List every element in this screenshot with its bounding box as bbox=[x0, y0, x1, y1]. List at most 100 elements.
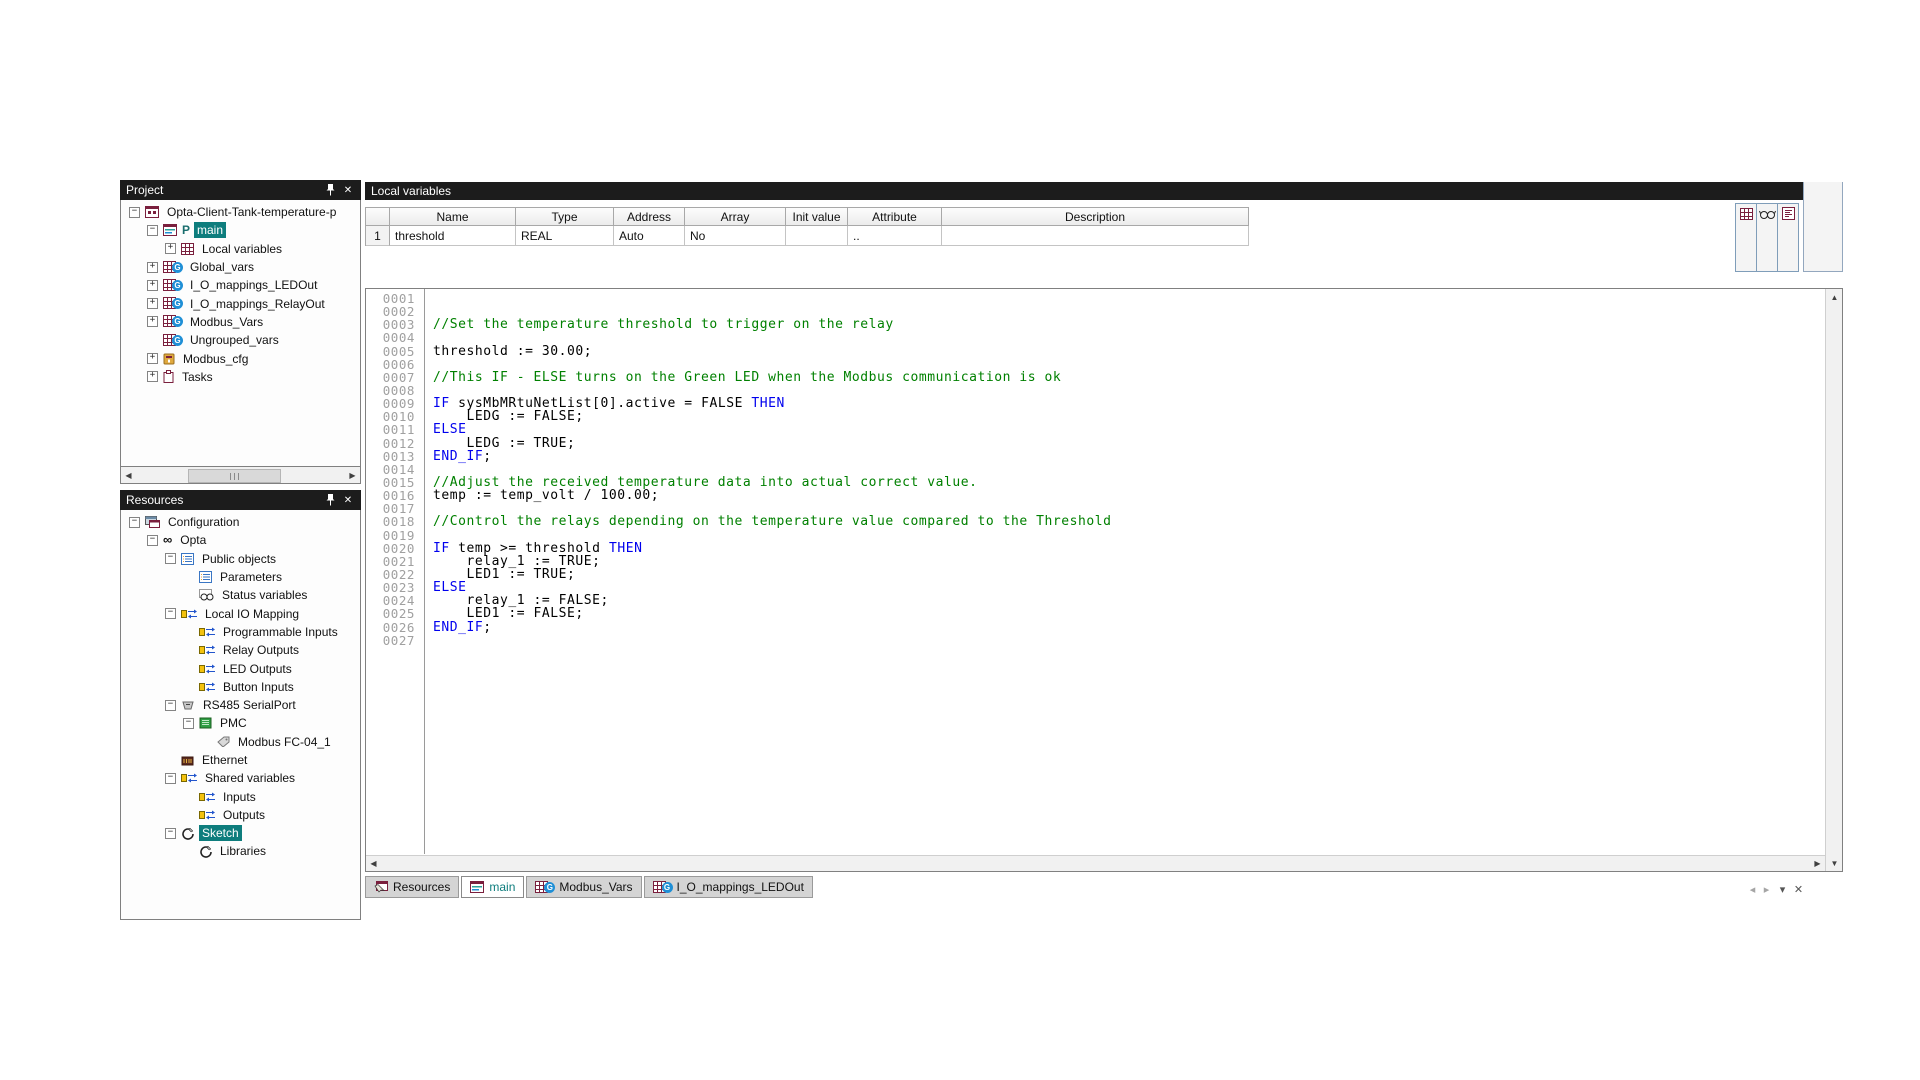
cell-attribute[interactable]: .. bbox=[848, 226, 942, 246]
expand-toggle-icon[interactable]: + bbox=[147, 280, 158, 291]
code-line-0004[interactable]: 0004 bbox=[366, 330, 1824, 343]
expand-toggle-icon[interactable]: + bbox=[147, 371, 158, 382]
code-line-0001[interactable]: 0001 bbox=[366, 291, 1824, 304]
close-icon[interactable]: ✕ bbox=[341, 493, 355, 507]
scroll-right-icon[interactable]: ▶ bbox=[346, 468, 359, 482]
row-number-cell[interactable]: 1 bbox=[366, 226, 390, 246]
code-line-0026[interactable]: 0026END_IF; bbox=[366, 620, 1824, 633]
collapse-toggle-icon[interactable]: − bbox=[165, 608, 176, 619]
tab-list-icon[interactable]: ▾ bbox=[1776, 882, 1789, 896]
tree-item-ungrouped-vars[interactable]: GUngrouped_vars bbox=[121, 331, 360, 349]
tree-item-relay-outputs[interactable]: Relay Outputs bbox=[121, 641, 360, 659]
next-tab-icon[interactable]: ▸ bbox=[1760, 882, 1773, 896]
tree-item-local-variables[interactable]: +Local variables bbox=[121, 240, 360, 258]
tree-item-inputs[interactable]: Inputs bbox=[121, 787, 360, 805]
tree-item-button-inputs[interactable]: Button Inputs bbox=[121, 678, 360, 696]
code-line-0020[interactable]: 0020IF temp >= threshold THEN bbox=[366, 541, 1824, 554]
tree-item-i-o-mappings-relayout[interactable]: +GI_O_mappings_RelayOut bbox=[121, 294, 360, 312]
cell-type[interactable]: REAL bbox=[516, 226, 614, 246]
code-line-0019[interactable]: 0019 bbox=[366, 528, 1824, 541]
expand-toggle-icon[interactable]: + bbox=[147, 262, 158, 273]
collapse-toggle-icon[interactable]: − bbox=[165, 828, 176, 839]
collapse-toggle-icon[interactable]: − bbox=[183, 718, 194, 729]
expand-toggle-icon[interactable]: + bbox=[147, 298, 158, 309]
tree-item-i-o-mappings-ledout[interactable]: +GI_O_mappings_LEDOut bbox=[121, 276, 360, 294]
scroll-left-icon[interactable]: ◀ bbox=[122, 468, 135, 482]
tree-item-opta[interactable]: −∞Opta bbox=[121, 531, 360, 549]
side-tool-grid-icon[interactable] bbox=[1735, 203, 1757, 272]
code-area[interactable]: 000100020003//Set the temperature thresh… bbox=[366, 289, 1824, 854]
collapse-toggle-icon[interactable]: − bbox=[165, 773, 176, 784]
cell-name[interactable]: threshold bbox=[390, 226, 516, 246]
scroll-down-icon[interactable]: ▼ bbox=[1827, 856, 1842, 870]
prev-tab-icon[interactable]: ◂ bbox=[1746, 882, 1759, 896]
tab-i-o-mappings-ledout[interactable]: GI_O_mappings_LEDOut bbox=[644, 876, 813, 898]
close-icon[interactable]: ✕ bbox=[341, 183, 355, 197]
code-line-0008[interactable]: 0008 bbox=[366, 383, 1824, 396]
tab-modbus-vars[interactable]: GModbus_Vars bbox=[526, 876, 641, 898]
tree-item-parameters[interactable]: Parameters bbox=[121, 568, 360, 586]
code-line-0010[interactable]: 0010 LEDG := FALSE; bbox=[366, 409, 1824, 422]
pin-icon[interactable] bbox=[323, 493, 337, 507]
pin-icon[interactable] bbox=[323, 183, 337, 197]
collapse-toggle-icon[interactable]: − bbox=[147, 225, 158, 236]
code-line-0006[interactable]: 0006 bbox=[366, 357, 1824, 370]
tree-item-configuration[interactable]: −Configuration bbox=[121, 513, 360, 531]
expand-toggle-icon[interactable]: + bbox=[147, 316, 158, 327]
collapse-toggle-icon[interactable]: − bbox=[147, 535, 158, 546]
scroll-left-icon[interactable]: ◀ bbox=[367, 857, 380, 870]
collapse-toggle-icon[interactable]: − bbox=[165, 700, 176, 711]
tree-item-status-variables[interactable]: Status variables bbox=[121, 586, 360, 604]
tree-item-sketch[interactable]: −Sketch bbox=[121, 824, 360, 842]
close-icon[interactable]: ✕ bbox=[1792, 882, 1805, 896]
collapse-toggle-icon[interactable]: − bbox=[129, 517, 140, 528]
tree-item-tasks[interactable]: +Tasks bbox=[121, 368, 360, 386]
side-tool-document-icon[interactable] bbox=[1777, 203, 1799, 272]
collapse-toggle-icon[interactable]: − bbox=[165, 553, 176, 564]
editor-hscrollbar[interactable]: ◀ ▶ bbox=[366, 855, 1825, 871]
editor-vscrollbar[interactable]: ▲ ▼ bbox=[1825, 289, 1842, 871]
collapse-toggle-icon[interactable]: − bbox=[129, 207, 140, 218]
project-hscrollbar[interactable]: ◀ ▶ bbox=[120, 467, 361, 484]
code-line-0027[interactable]: 0027 bbox=[366, 633, 1824, 646]
scroll-up-icon[interactable]: ▲ bbox=[1827, 290, 1842, 304]
code-line-0009[interactable]: 0009IF sysMbMRtuNetList[0].active = FALS… bbox=[366, 396, 1824, 409]
code-line-0003[interactable]: 0003//Set the temperature threshold to t… bbox=[366, 317, 1824, 330]
code-line-0007[interactable]: 0007//This IF - ELSE turns on the Green … bbox=[366, 370, 1824, 383]
code-line-0023[interactable]: 0023ELSE bbox=[366, 580, 1824, 593]
scroll-right-icon[interactable]: ▶ bbox=[1811, 857, 1824, 870]
code-line-0021[interactable]: 0021 relay_1 := TRUE; bbox=[366, 554, 1824, 567]
side-tool-glasses-icon[interactable] bbox=[1756, 203, 1778, 272]
tree-item-libraries[interactable]: Libraries bbox=[121, 842, 360, 860]
tree-item-local-io-mapping[interactable]: −Local IO Mapping bbox=[121, 604, 360, 622]
code-line-0014[interactable]: 0014 bbox=[366, 462, 1824, 475]
tree-item-rs485-serialport[interactable]: −RS485 SerialPort bbox=[121, 696, 360, 714]
cell-init-value[interactable] bbox=[786, 226, 848, 246]
code-line-0012[interactable]: 0012 LEDG := TRUE; bbox=[366, 436, 1824, 449]
tree-item-modbus-cfg[interactable]: +Modbus_cfg bbox=[121, 349, 360, 367]
code-line-0018[interactable]: 0018//Control the relays depending on th… bbox=[366, 514, 1824, 527]
expand-toggle-icon[interactable]: + bbox=[147, 353, 158, 364]
tree-item-shared-variables[interactable]: −Shared variables bbox=[121, 769, 360, 787]
tree-item-led-outputs[interactable]: LED Outputs bbox=[121, 659, 360, 677]
code-line-0024[interactable]: 0024 relay_1 := FALSE; bbox=[366, 593, 1824, 606]
tab-resources[interactable]: Resources bbox=[365, 876, 459, 898]
code-line-0011[interactable]: 0011ELSE bbox=[366, 422, 1824, 435]
tree-item-modbus-fc-04-1[interactable]: Modbus FC-04_1 bbox=[121, 733, 360, 751]
tree-item-main[interactable]: −Pmain bbox=[121, 221, 360, 239]
tree-item-outputs[interactable]: Outputs bbox=[121, 806, 360, 824]
scrollbar-thumb[interactable] bbox=[188, 469, 281, 483]
expand-toggle-icon[interactable]: + bbox=[165, 243, 176, 254]
tree-item-programmable-inputs[interactable]: Programmable Inputs bbox=[121, 623, 360, 641]
tree-item-pmc[interactable]: −PMC bbox=[121, 714, 360, 732]
table-row[interactable]: 1thresholdREALAutoNo.. bbox=[366, 226, 1249, 246]
tab-main[interactable]: main bbox=[461, 876, 524, 898]
tree-item-global-vars[interactable]: +GGlobal_vars bbox=[121, 258, 360, 276]
cell-address[interactable]: Auto bbox=[614, 226, 685, 246]
tree-item-ethernet[interactable]: Ethernet bbox=[121, 751, 360, 769]
code-line-0013[interactable]: 0013END_IF; bbox=[366, 449, 1824, 462]
tree-item-modbus-vars[interactable]: +GModbus_Vars bbox=[121, 313, 360, 331]
code-line-0015[interactable]: 0015//Adjust the received temperature da… bbox=[366, 475, 1824, 488]
tree-item-public-objects[interactable]: −Public objects bbox=[121, 550, 360, 568]
code-editor[interactable]: 000100020003//Set the temperature thresh… bbox=[365, 288, 1843, 872]
